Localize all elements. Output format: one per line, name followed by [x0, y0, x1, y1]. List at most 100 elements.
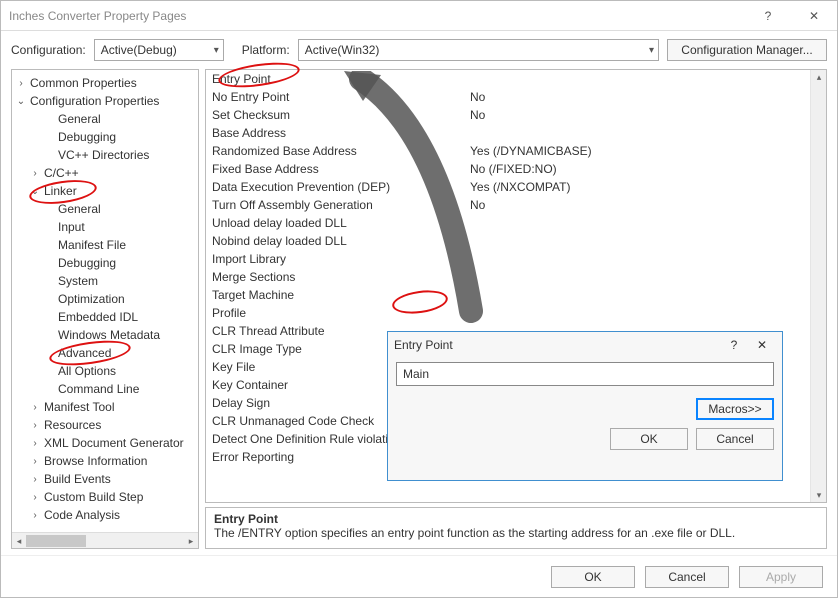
tree-item-label: System — [56, 274, 98, 288]
tree-item-label: VC++ Directories — [56, 148, 149, 162]
tree-item[interactable]: Optimization — [14, 290, 198, 308]
tree-item[interactable]: System — [14, 272, 198, 290]
popup-help-icon[interactable]: ? — [720, 338, 748, 352]
platform-combo[interactable]: Active(Win32) ▾ — [298, 39, 659, 61]
property-value[interactable]: No — [466, 198, 810, 212]
property-row[interactable]: No Entry PointNo — [206, 88, 810, 106]
tree-horizontal-scrollbar[interactable]: ◂ ▸ — [12, 532, 198, 548]
scroll-down-icon[interactable]: ▾ — [811, 488, 827, 502]
tree-item[interactable]: ›Code Analysis — [14, 506, 198, 524]
navigation-tree[interactable]: ›Common Properties⌄Configuration Propert… — [12, 70, 198, 532]
chevron-right-icon[interactable]: › — [28, 438, 42, 449]
tree-item-label: Command Line — [56, 382, 139, 396]
tree-item[interactable]: General — [14, 200, 198, 218]
property-row[interactable]: Base Address — [206, 124, 810, 142]
configuration-combo[interactable]: Active(Debug) ▾ — [94, 39, 224, 61]
chevron-right-icon[interactable]: › — [28, 510, 42, 521]
grid-vertical-scrollbar[interactable]: ▴ ▾ — [810, 70, 826, 502]
property-row[interactable]: Fixed Base AddressNo (/FIXED:NO) — [206, 160, 810, 178]
tree-item[interactable]: ⌄Configuration Properties — [14, 92, 198, 110]
scroll-left-icon[interactable]: ◂ — [12, 533, 26, 549]
tree-item-label: Browse Information — [42, 454, 147, 468]
popup-ok-button[interactable]: OK — [610, 428, 688, 450]
property-row[interactable]: Target Machine — [206, 286, 810, 304]
property-row[interactable]: Data Execution Prevention (DEP)Yes (/NXC… — [206, 178, 810, 196]
tree-item-label: General — [56, 202, 101, 216]
tree-item[interactable]: ›Browse Information — [14, 452, 198, 470]
tree-item[interactable]: ›XML Document Generator — [14, 434, 198, 452]
tree-item[interactable]: Debugging — [14, 128, 198, 146]
chevron-right-icon[interactable]: › — [28, 456, 42, 467]
chevron-right-icon[interactable]: › — [28, 474, 42, 485]
property-row[interactable]: Profile — [206, 304, 810, 322]
tree-item[interactable]: General — [14, 110, 198, 128]
apply-button[interactable]: Apply — [739, 566, 823, 588]
tree-item-label: Advanced — [56, 346, 111, 360]
popup-close-icon[interactable]: ✕ — [748, 338, 776, 352]
chevron-right-icon[interactable]: › — [28, 168, 42, 179]
popup-cancel-button[interactable]: Cancel — [696, 428, 774, 450]
tree-item[interactable]: Input — [14, 218, 198, 236]
property-value[interactable]: No — [466, 90, 810, 104]
property-row[interactable]: Entry Point — [206, 70, 810, 88]
property-row[interactable]: Unload delay loaded DLL — [206, 214, 810, 232]
tree-item[interactable]: Advanced — [14, 344, 198, 362]
scroll-up-icon[interactable]: ▴ — [811, 70, 827, 84]
tree-item[interactable]: Manifest File — [14, 236, 198, 254]
scroll-right-icon[interactable]: ▸ — [184, 533, 198, 549]
chevron-right-icon[interactable]: › — [28, 420, 42, 431]
scroll-thumb[interactable] — [26, 535, 86, 547]
chevron-down-icon: ▾ — [649, 45, 654, 56]
tree-item[interactable]: ›Custom Build Step — [14, 488, 198, 506]
chevron-down-icon[interactable]: ⌄ — [28, 186, 42, 197]
configuration-manager-button[interactable]: Configuration Manager... — [667, 39, 827, 61]
tree-item[interactable]: ›Manifest Tool — [14, 398, 198, 416]
close-icon[interactable]: ✕ — [791, 1, 837, 31]
property-name: Merge Sections — [206, 270, 466, 284]
property-row[interactable]: Import Library — [206, 250, 810, 268]
chevron-right-icon[interactable]: › — [14, 78, 28, 89]
ok-button[interactable]: OK — [551, 566, 635, 588]
entry-point-value: Main — [403, 367, 429, 381]
platform-value: Active(Win32) — [305, 43, 643, 57]
tree-item[interactable]: ⌄Linker — [14, 182, 198, 200]
description-text: The /ENTRY option specifies an entry poi… — [214, 526, 818, 540]
property-value[interactable]: Yes (/DYNAMICBASE) — [466, 144, 810, 158]
configuration-value: Active(Debug) — [101, 43, 208, 57]
chevron-right-icon[interactable]: › — [28, 492, 42, 503]
window-title: Inches Converter Property Pages — [9, 9, 745, 23]
property-value[interactable]: No — [466, 108, 810, 122]
cancel-button[interactable]: Cancel — [645, 566, 729, 588]
tree-item[interactable]: All Options — [14, 362, 198, 380]
platform-label: Platform: — [242, 43, 290, 57]
property-value[interactable]: No (/FIXED:NO) — [466, 162, 810, 176]
chevron-right-icon[interactable]: › — [28, 402, 42, 413]
tree-item[interactable]: ›Resources — [14, 416, 198, 434]
help-icon[interactable]: ? — [745, 1, 791, 31]
tree-item-label: Optimization — [56, 292, 125, 306]
tree-item[interactable]: Debugging — [14, 254, 198, 272]
tree-item[interactable]: Embedded IDL — [14, 308, 198, 326]
macros-button[interactable]: Macros>> — [696, 398, 774, 420]
entry-point-input[interactable]: Main — [396, 362, 774, 386]
property-pages-window: Inches Converter Property Pages ? ✕ Conf… — [0, 0, 838, 598]
tree-item[interactable]: Command Line — [14, 380, 198, 398]
tree-item[interactable]: ›Build Events — [14, 470, 198, 488]
property-value[interactable]: Yes (/NXCOMPAT) — [466, 180, 810, 194]
configuration-label: Configuration: — [11, 43, 86, 57]
property-row[interactable]: Set ChecksumNo — [206, 106, 810, 124]
property-row[interactable]: Nobind delay loaded DLL — [206, 232, 810, 250]
tree-item-label: Manifest File — [56, 238, 126, 252]
tree-item-label: Linker — [42, 184, 77, 198]
tree-item-label: Input — [56, 220, 85, 234]
property-row[interactable]: Turn Off Assembly GenerationNo — [206, 196, 810, 214]
chevron-down-icon[interactable]: ⌄ — [14, 96, 28, 107]
tree-item[interactable]: ›C/C++ — [14, 164, 198, 182]
tree-item[interactable]: ›Common Properties — [14, 74, 198, 92]
property-row[interactable]: Merge Sections — [206, 268, 810, 286]
entry-point-popup: Entry Point ? ✕ Main Macros>> OK Cancel — [387, 331, 783, 481]
tree-item[interactable]: VC++ Directories — [14, 146, 198, 164]
property-name: Profile — [206, 306, 466, 320]
property-row[interactable]: Randomized Base AddressYes (/DYNAMICBASE… — [206, 142, 810, 160]
tree-item[interactable]: Windows Metadata — [14, 326, 198, 344]
